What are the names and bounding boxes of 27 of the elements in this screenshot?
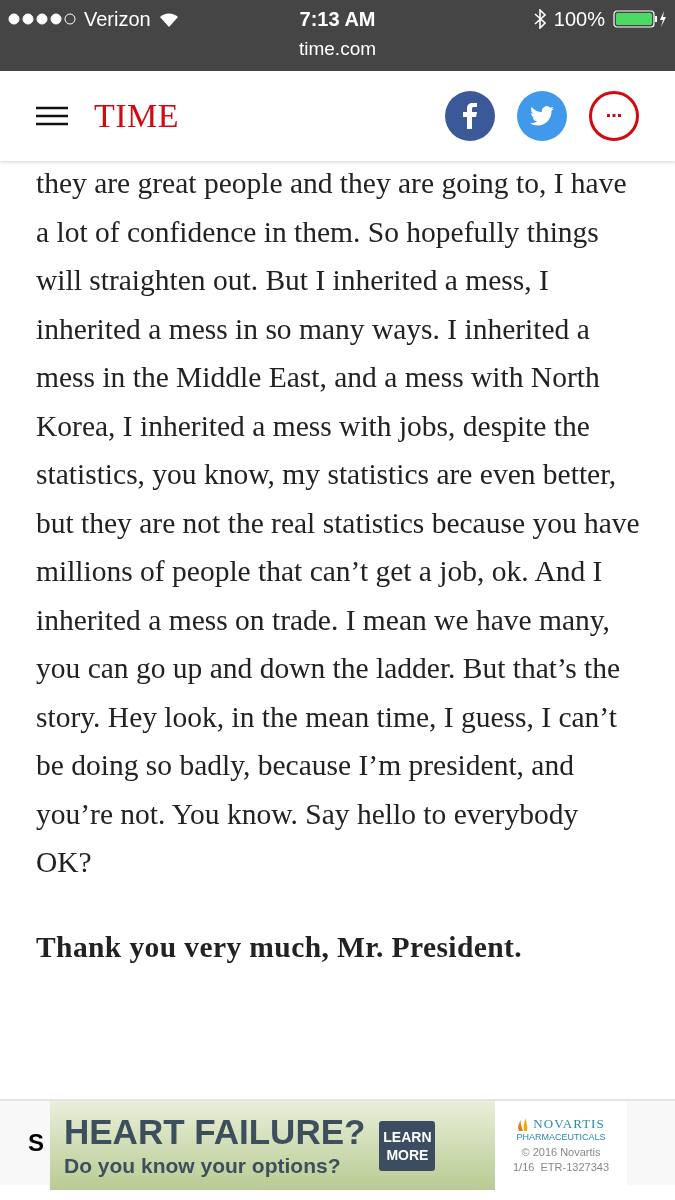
signal-icon xyxy=(8,13,76,25)
bird-icon xyxy=(530,106,554,126)
learn-more-button[interactable]: LEARN MORE xyxy=(379,1120,436,1171)
ad-headline: HEART FAILURE? xyxy=(64,1111,366,1152)
closing-line: Thank you very much, Mr. President. xyxy=(36,929,524,965)
battery-percent: 100% xyxy=(553,7,605,31)
brand-name: NOVARTIS xyxy=(533,1116,605,1132)
brand-subtitle: PHARMACEUTICALS xyxy=(516,1132,606,1142)
site-logo[interactable]: TIME xyxy=(94,97,423,135)
flame-icon xyxy=(517,1117,530,1131)
ad-copyright: © 2016 Novartis xyxy=(521,1145,601,1160)
clock-time: 7:13 AM xyxy=(299,7,376,31)
twitter-button[interactable] xyxy=(517,91,567,141)
wifi-icon xyxy=(158,11,179,27)
facebook-button[interactable] xyxy=(445,91,495,141)
more-button[interactable] xyxy=(589,91,639,141)
article-paragraph: they are great people and they are going to, I have a lot of confidence in them. So hopefully things will straighten out. But I inherited a mess, I inherited a mess in so many ways. I inherited a mess in the Middle East, and a mess with North Korea, I inherited a mess with jobs, despite the statistics, you know, my statistics are even better, but they are not the real statistics because you have millions of people that can’t get a job, ok. And I inherited a mess on trade. I mean we have many, you can go up and down the ladder. But that’s the story. Hey look, in the mean time, I guess, I can’t be doing so badly, because I’m president, and you’re not. You know. Say hello to everybody OK? xyxy=(36,166,641,880)
page-url[interactable]: time.com xyxy=(298,38,377,60)
carrier-name: Verizon xyxy=(84,7,151,31)
bar-label: S xyxy=(28,1129,44,1157)
more-icon xyxy=(607,114,621,118)
battery-icon xyxy=(613,10,667,28)
ad-code: 1/16 ETR-1327343 xyxy=(513,1160,609,1175)
menu-icon[interactable] xyxy=(36,106,68,126)
facebook-icon xyxy=(463,103,477,129)
bluetooth-icon xyxy=(533,9,546,29)
ad-subline: Do you know your options? xyxy=(64,1152,342,1179)
